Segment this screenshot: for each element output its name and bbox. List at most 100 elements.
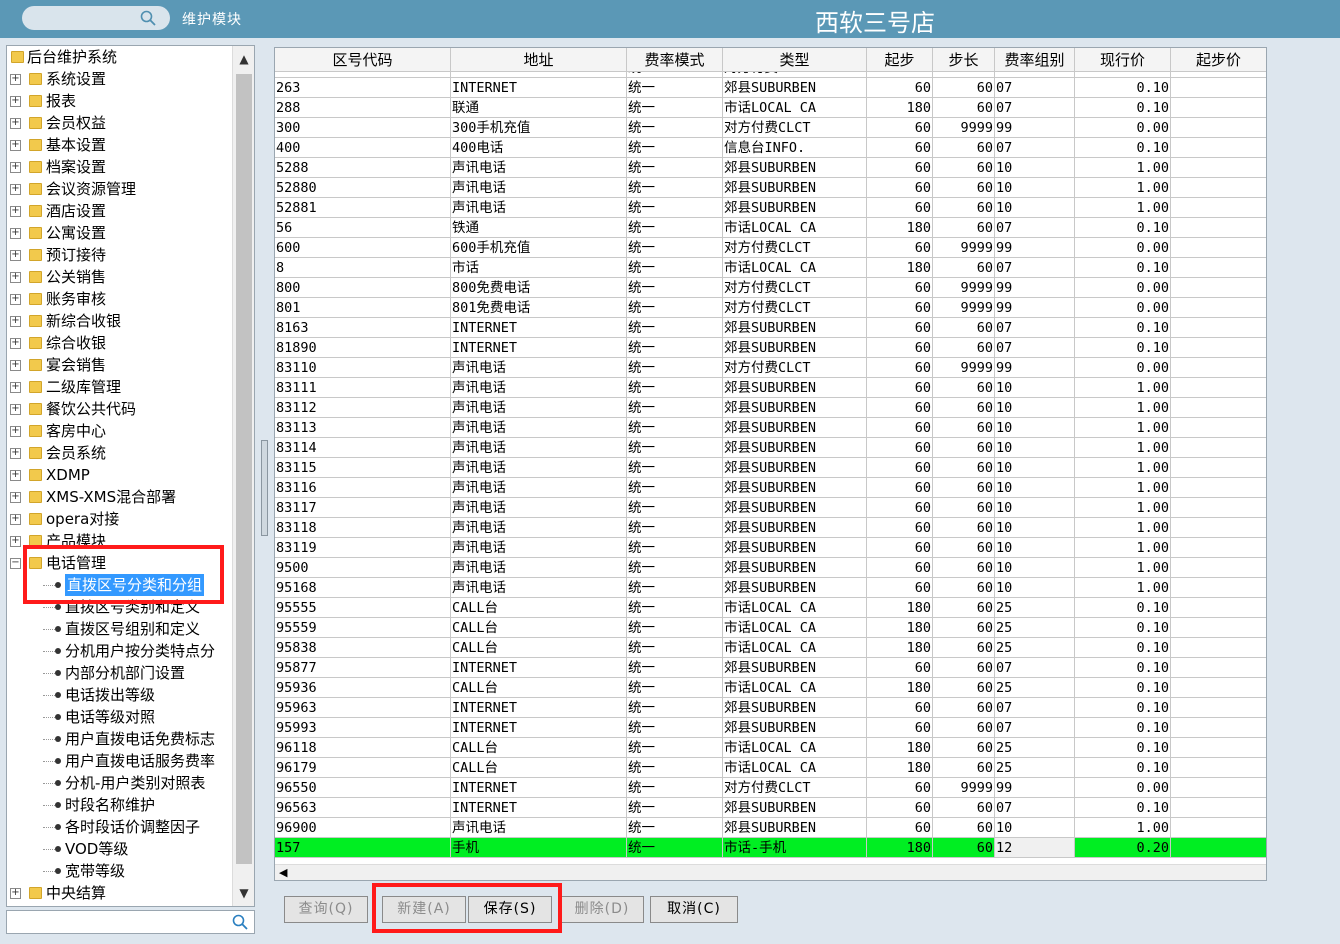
table-cell[interactable]: 0.10 (1075, 718, 1171, 738)
table-cell[interactable]: 300手机充值 (451, 118, 627, 138)
table-cell[interactable]: 0.10 (1075, 738, 1171, 758)
table-row[interactable]: 9500 声讯电话 统一 郊县SUBURBEN 60 60 10 1.00 (275, 558, 1266, 578)
table-cell[interactable]: 0.10 (1075, 138, 1171, 158)
tree-node-child[interactable]: 用户直拨电话免费标志 (7, 728, 233, 750)
table-cell[interactable]: 600手机充值 (451, 238, 627, 258)
table-cell[interactable]: 60 (933, 498, 995, 518)
table-cell[interactable]: 99 (995, 358, 1075, 378)
tree-node-child[interactable]: 直拨区号组别和定义 (7, 618, 233, 640)
tree-node-group[interactable]: + 会员权益 (7, 112, 233, 134)
tree-node-child[interactable]: 电话拨出等级 (7, 684, 233, 706)
table-cell[interactable]: 60 (867, 478, 933, 498)
table-cell[interactable]: 07 (995, 718, 1075, 738)
table-cell[interactable]: 60 (933, 418, 995, 438)
table-cell[interactable]: 60 (933, 538, 995, 558)
expand-icon[interactable]: + (10, 206, 21, 217)
tree-node-group[interactable]: + 基本设置 (7, 134, 233, 156)
table-cell[interactable] (1171, 778, 1266, 798)
table-row[interactable]: 52881 声讯电话 统一 郊县SUBURBEN 60 60 10 1.00 (275, 198, 1266, 218)
table-cell[interactable]: 25 (995, 618, 1075, 638)
table-row[interactable]: 263 INTERNET 统一 郊县SUBURBEN 60 60 07 0.10 (275, 78, 1266, 98)
table-cell[interactable]: 1.00 (1075, 198, 1171, 218)
table-cell[interactable]: 96900 (275, 818, 451, 838)
tree-node-expanded[interactable]: − 电话管理 (7, 552, 233, 574)
table-cell[interactable]: CALL台 (451, 618, 627, 638)
table-row[interactable]: 83111 声讯电话 统一 郊县SUBURBEN 60 60 10 1.00 (275, 378, 1266, 398)
table-cell[interactable]: 60 (933, 78, 995, 98)
table-cell[interactable]: 263 (275, 78, 451, 98)
expand-icon[interactable]: + (10, 536, 21, 547)
table-cell[interactable]: 10 (995, 378, 1075, 398)
table-cell[interactable]: 60 (933, 338, 995, 358)
table-cell[interactable]: 对方付费CLCT (723, 298, 867, 318)
table-cell[interactable]: 60 (933, 138, 995, 158)
table-cell[interactable]: 声讯电话 (451, 398, 627, 418)
tree-node-child[interactable]: 分机-用户类别对照表 (7, 772, 233, 794)
table-cell[interactable]: 801免费电话 (451, 298, 627, 318)
expand-icon[interactable]: + (10, 74, 21, 85)
table-cell[interactable]: 统一 (627, 218, 723, 238)
table-cell[interactable]: 95838 (275, 638, 451, 658)
table-cell[interactable]: 10 (995, 498, 1075, 518)
table-cell[interactable]: 郊县SUBURBEN (723, 338, 867, 358)
table-cell[interactable]: 60 (867, 318, 933, 338)
table-cell[interactable]: 60 (933, 818, 995, 838)
table-cell[interactable] (1171, 598, 1266, 618)
table-cell[interactable]: INTERNET (451, 338, 627, 358)
table-row[interactable]: 8 市话 统一 市话LOCAL CA 180 60 07 0.10 (275, 258, 1266, 278)
table-cell[interactable]: 0.00 (1075, 238, 1171, 258)
table-cell[interactable]: 180 (867, 758, 933, 778)
table-cell[interactable]: 统一 (627, 558, 723, 578)
table-cell[interactable]: 统一 (627, 618, 723, 638)
table-cell[interactable]: 郊县SUBURBEN (723, 158, 867, 178)
table-cell[interactable]: 99 (995, 278, 1075, 298)
table-cell[interactable]: 统一 (627, 278, 723, 298)
table-cell[interactable]: 声讯电话 (451, 198, 627, 218)
table-cell[interactable]: 统一 (627, 198, 723, 218)
table-cell[interactable]: 0.10 (1075, 218, 1171, 238)
table-row[interactable]: 95555 CALL台 统一 市话LOCAL CA 180 60 25 0.10 (275, 598, 1266, 618)
table-cell[interactable]: 60 (867, 578, 933, 598)
table-cell[interactable]: 1.00 (1075, 498, 1171, 518)
tree-node-child[interactable]: 用户直拨电话服务费率 (7, 750, 233, 772)
table-cell[interactable]: 统一 (627, 418, 723, 438)
tree-node-group[interactable]: + 酒店设置 (7, 200, 233, 222)
table-row[interactable]: 5288 声讯电话 统一 郊县SUBURBEN 60 60 10 1.00 (275, 158, 1266, 178)
scroll-thumb[interactable] (236, 74, 252, 864)
table-cell[interactable]: 1.00 (1075, 158, 1171, 178)
table-cell[interactable]: 统一 (627, 698, 723, 718)
table-cell[interactable]: 60 (933, 598, 995, 618)
table-row[interactable]: 83112 声讯电话 统一 郊县SUBURBEN 60 60 10 1.00 (275, 398, 1266, 418)
table-cell[interactable]: 1.00 (1075, 398, 1171, 418)
table-cell[interactable]: 180 (867, 678, 933, 698)
table-cell[interactable] (1171, 378, 1266, 398)
table-cell[interactable]: 联通 (451, 98, 627, 118)
table-cell[interactable]: 60 (933, 578, 995, 598)
table-cell[interactable]: 180 (867, 218, 933, 238)
table-cell[interactable]: 83119 (275, 538, 451, 558)
table-cell[interactable]: 600 (275, 238, 451, 258)
tree-node-group[interactable]: + 公寓设置 (7, 222, 233, 244)
table-cell[interactable]: 95993 (275, 718, 451, 738)
panel-splitter[interactable] (261, 440, 268, 536)
table-cell[interactable]: 0.10 (1075, 598, 1171, 618)
table-cell[interactable]: 0.10 (1075, 798, 1171, 818)
table-cell[interactable]: 统一 (627, 738, 723, 758)
table-cell[interactable]: 10 (995, 178, 1075, 198)
table-row[interactable]: 288 联通 统一 市话LOCAL CA 180 60 07 0.10 (275, 98, 1266, 118)
table-cell[interactable]: CALL台 (451, 678, 627, 698)
expand-icon[interactable]: + (10, 162, 21, 173)
table-cell[interactable]: 60 (867, 198, 933, 218)
table-cell[interactable]: 60 (867, 298, 933, 318)
expand-icon[interactable]: + (10, 426, 21, 437)
table-cell[interactable]: 郊县SUBURBEN (723, 718, 867, 738)
table-cell[interactable] (1171, 298, 1266, 318)
table-row[interactable]: 52880 声讯电话 统一 郊县SUBURBEN 60 60 10 1.00 (275, 178, 1266, 198)
expand-icon[interactable]: + (10, 470, 21, 481)
table-cell[interactable]: 180 (867, 738, 933, 758)
column-header[interactable]: 费率模式 (627, 48, 723, 72)
table-cell[interactable]: 市话LOCAL CA (723, 598, 867, 618)
table-cell[interactable]: 声讯电话 (451, 518, 627, 538)
table-cell[interactable]: CALL台 (451, 758, 627, 778)
table-cell[interactable]: 市话LOCAL CA (723, 258, 867, 278)
